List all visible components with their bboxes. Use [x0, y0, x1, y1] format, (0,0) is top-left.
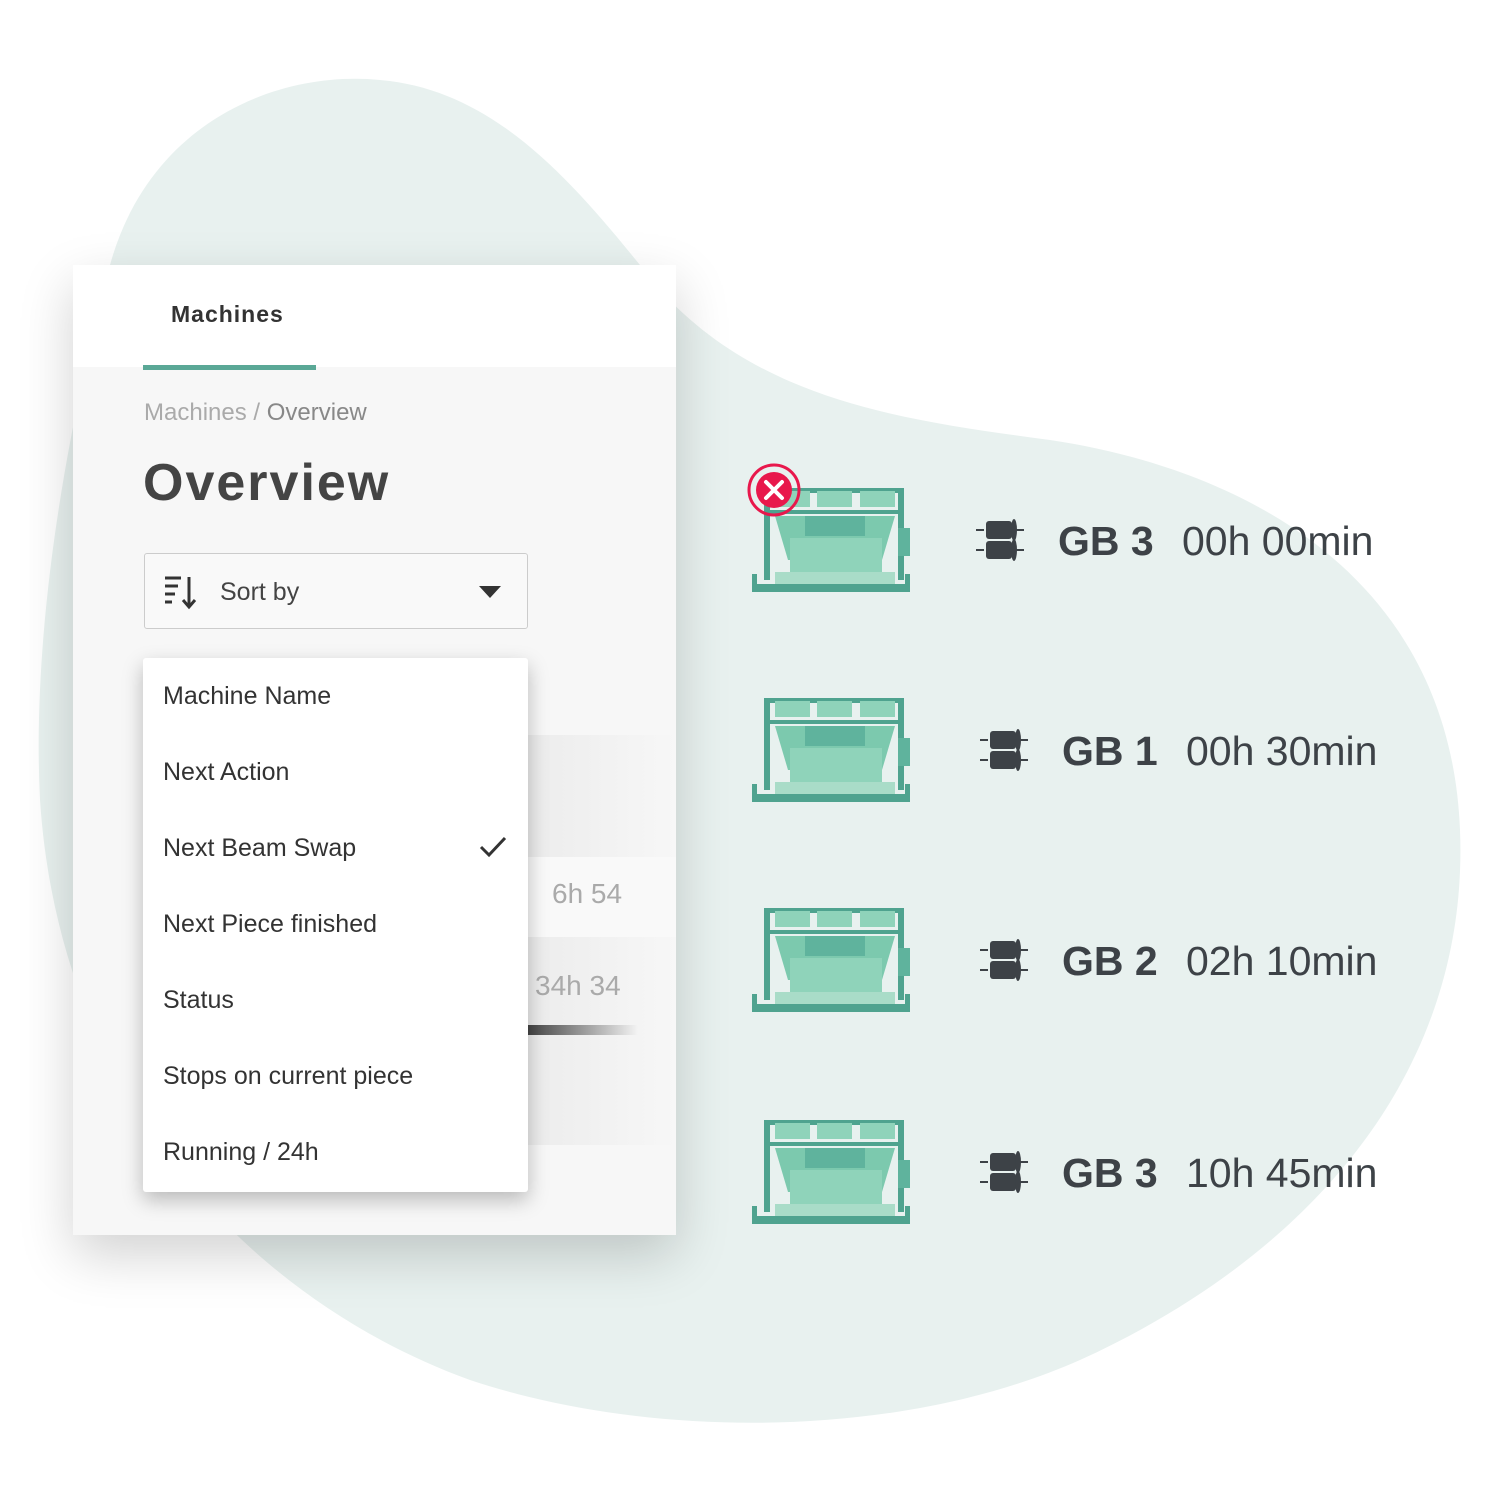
sort-option-next-action[interactable]: Next Action	[143, 734, 528, 810]
machine-row[interactable]: GB 1 00h 30min	[750, 698, 1450, 808]
progress-bar	[528, 1025, 638, 1035]
background-value: 34h 34	[535, 970, 621, 1001]
sort-menu: Machine Name Next Action Next Beam Swap …	[143, 658, 528, 1192]
machine-time: 00h 00min	[1182, 518, 1374, 564]
tab-bar: Machines	[73, 265, 676, 370]
page-title: Overview	[143, 454, 391, 512]
machine-row[interactable]: GB 3 00h 00min	[750, 488, 1450, 598]
sort-label: Sort by	[220, 578, 300, 606]
check-icon	[479, 836, 507, 858]
machine-name: GB 2	[1062, 938, 1158, 984]
beam-spool-icon	[980, 728, 1029, 772]
chevron-down-icon	[479, 586, 501, 598]
background-value: 6h 54	[552, 878, 623, 909]
option-label: Running / 24h	[163, 1138, 319, 1166]
beam-spool-icon	[980, 1150, 1029, 1194]
option-label: Next Beam Swap	[163, 834, 357, 862]
sort-option-status[interactable]: Status	[143, 962, 528, 1038]
machine-row[interactable]: GB 2 02h 10min	[750, 908, 1450, 1018]
tab-machines[interactable]: Machines	[143, 265, 316, 370]
sort-option-stops[interactable]: Stops on current piece	[143, 1038, 528, 1114]
option-label: Machine Name	[163, 682, 332, 710]
machine-name: GB 1	[1062, 728, 1158, 774]
sort-option-machine-name[interactable]: Machine Name	[143, 658, 528, 734]
option-label: Next Action	[163, 758, 290, 786]
sort-option-next-piece-finished[interactable]: Next Piece finished	[143, 886, 528, 962]
error-icon	[747, 463, 801, 517]
tab-active-indicator	[143, 365, 316, 370]
background-list: 6h 54 34h 34	[528, 735, 676, 1145]
machine-name: GB 3	[1058, 518, 1154, 564]
option-label: Stops on current piece	[163, 1062, 414, 1090]
machine-row[interactable]: GB 3 10h 45min	[750, 1120, 1450, 1230]
tab-label: Machines	[171, 301, 284, 327]
sort-option-running[interactable]: Running / 24h	[143, 1114, 528, 1190]
machine-time: 02h 10min	[1186, 938, 1378, 984]
beam-spool-icon	[976, 518, 1025, 562]
loom-machine-icon	[752, 908, 910, 1012]
breadcrumb-current: Overview	[266, 399, 367, 426]
beam-spool-icon	[980, 938, 1029, 982]
breadcrumb-parent[interactable]: Machines	[144, 399, 247, 426]
sort-icon	[165, 576, 197, 610]
machine-name: GB 3	[1062, 1150, 1158, 1196]
machine-time: 00h 30min	[1186, 728, 1378, 774]
option-label: Next Piece finished	[163, 910, 378, 938]
machine-time: 10h 45min	[1186, 1150, 1378, 1196]
breadcrumb-separator: /	[246, 399, 267, 426]
option-label: Status	[163, 986, 234, 1014]
sort-option-next-beam-swap[interactable]: Next Beam Swap	[143, 810, 528, 886]
sort-dropdown[interactable]: Sort by	[144, 553, 528, 629]
breadcrumb: Machines / Overview	[144, 399, 367, 427]
loom-machine-icon	[752, 698, 910, 802]
loom-machine-icon	[752, 1120, 910, 1224]
